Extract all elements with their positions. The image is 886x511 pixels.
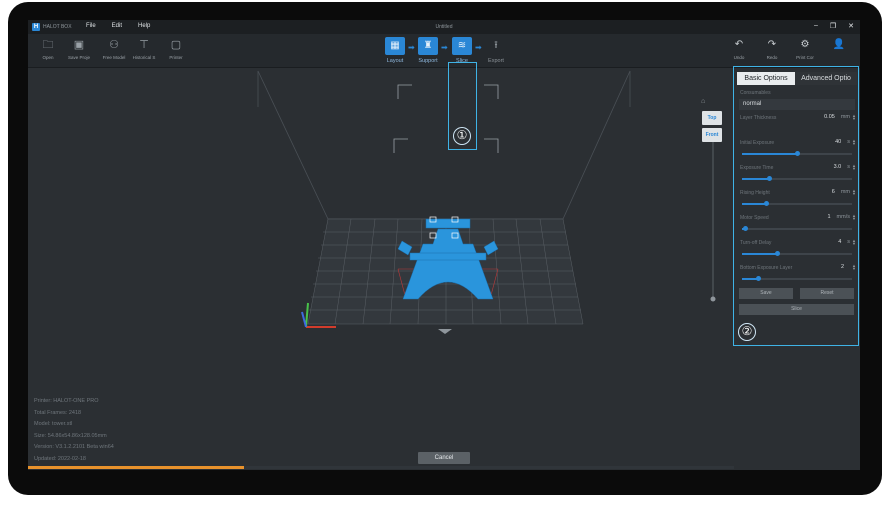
printer-button[interactable]: ▢ Printer xyxy=(162,39,190,60)
history-icon: ⊤ xyxy=(139,39,149,51)
export-icon: ⭱ xyxy=(494,40,498,51)
print-center-button[interactable]: ⚙ Print Cor xyxy=(794,39,816,60)
info-frames: Total Frames: 2418 xyxy=(34,409,82,416)
callout-settings-panel: ② xyxy=(733,66,859,346)
plate-front-marker xyxy=(438,329,452,334)
restore-icon[interactable]: ❐ xyxy=(830,22,836,30)
info-model: Model: tower.stl xyxy=(34,421,73,427)
redo-icon: ↷ xyxy=(767,39,777,50)
view-top-button[interactable]: Top xyxy=(702,111,722,125)
minimize-icon[interactable]: – xyxy=(814,22,818,30)
undo-icon: ↶ xyxy=(734,39,744,50)
window-controls: – ❐ ✕ xyxy=(814,22,854,30)
export-label: Export xyxy=(488,58,504,64)
redo-button[interactable]: ↷ Redo xyxy=(761,39,783,60)
support-icon: ♜ xyxy=(418,37,438,55)
printer-icon: ▢ xyxy=(170,39,182,51)
arrow-right-icon: ➡ xyxy=(475,43,482,52)
open-label: Open xyxy=(42,55,54,60)
print-center-label: Print Cor xyxy=(796,55,814,60)
home-view-icon[interactable]: ⌂ xyxy=(701,98,705,105)
layout-icon: ▦ xyxy=(385,37,405,55)
cancel-slice-button[interactable]: Cancel xyxy=(418,452,470,464)
slice-progress-fill xyxy=(28,466,245,469)
layout-label: Layout xyxy=(386,58,404,64)
undo-label: Undo xyxy=(733,55,745,60)
title-bar: H HALOT BOX File Edit Help Untitled – ❐ … xyxy=(28,20,860,34)
build-volume-frame xyxy=(257,70,631,220)
open-button[interactable]: 🗀 Open xyxy=(34,39,62,60)
printer-label: Printer xyxy=(169,55,183,60)
workflow-layout[interactable]: ▦ Layout xyxy=(383,37,407,64)
info-size: Size: 54.86x54.86x128.05mm xyxy=(34,432,107,439)
workflow-slice[interactable]: ≋ Slice xyxy=(450,37,474,64)
callout-number-1: ① xyxy=(453,127,471,145)
support-label: Support xyxy=(418,58,438,64)
view-cube: Top Front xyxy=(702,111,722,145)
info-version: Version: V3.1.2.2101 Beta win64 xyxy=(34,444,114,450)
3d-viewport[interactable] xyxy=(28,69,733,470)
arrow-right-icon: ➡ xyxy=(441,43,448,52)
print-center-icon: ⚙ xyxy=(800,39,810,50)
historical-slices-button[interactable]: ⊤ Historical S xyxy=(130,39,158,60)
historical-label: Historical S xyxy=(132,55,156,60)
folder-icon: 🗀 xyxy=(42,39,54,51)
save-project-button[interactable]: ▣ Save Proje xyxy=(65,39,93,60)
app-window: H HALOT BOX File Edit Help Untitled – ❐ … xyxy=(28,20,860,470)
frame-corner-marks xyxy=(393,84,499,153)
workflow-export[interactable]: ⭱ Export xyxy=(484,37,508,64)
view-front-button[interactable]: Front xyxy=(702,128,722,142)
undo-button[interactable]: ↶ Undo xyxy=(728,39,750,60)
redo-label: Redo xyxy=(766,55,778,60)
cloud-models-icon: ⚇ xyxy=(109,39,119,51)
callout-number-2: ② xyxy=(738,323,756,341)
close-icon[interactable]: ✕ xyxy=(848,22,854,30)
document-title: Untitled xyxy=(435,24,453,30)
arrow-right-icon: ➡ xyxy=(408,43,415,52)
layer-slider xyxy=(710,130,716,302)
workflow-support[interactable]: ♜ Support xyxy=(416,37,440,64)
free-model-label: Free Model xyxy=(102,55,126,60)
main-toolbar: 🗀 Open ▣ Save Proje ⚇ Free Model ⊤ Histo… xyxy=(28,34,860,68)
info-printer: Printer: HALOT-ONE PRO xyxy=(34,398,99,404)
model-info: Printer: HALOT-ONE PRO Total Frames: 241… xyxy=(34,396,114,465)
info-updated: Updated: 2022-02-18 xyxy=(34,455,86,462)
save-project-label: Save Proje xyxy=(67,55,90,60)
user-icon: 👤 xyxy=(832,39,846,50)
callout-slice: ① xyxy=(448,62,477,150)
slice-icon: ≋ xyxy=(452,37,472,55)
user-button[interactable]: 👤 xyxy=(828,39,850,55)
save-icon: ▣ xyxy=(73,39,85,51)
free-model-button[interactable]: ⚇ Free Model xyxy=(100,39,128,60)
build-volume-scene xyxy=(257,70,716,334)
